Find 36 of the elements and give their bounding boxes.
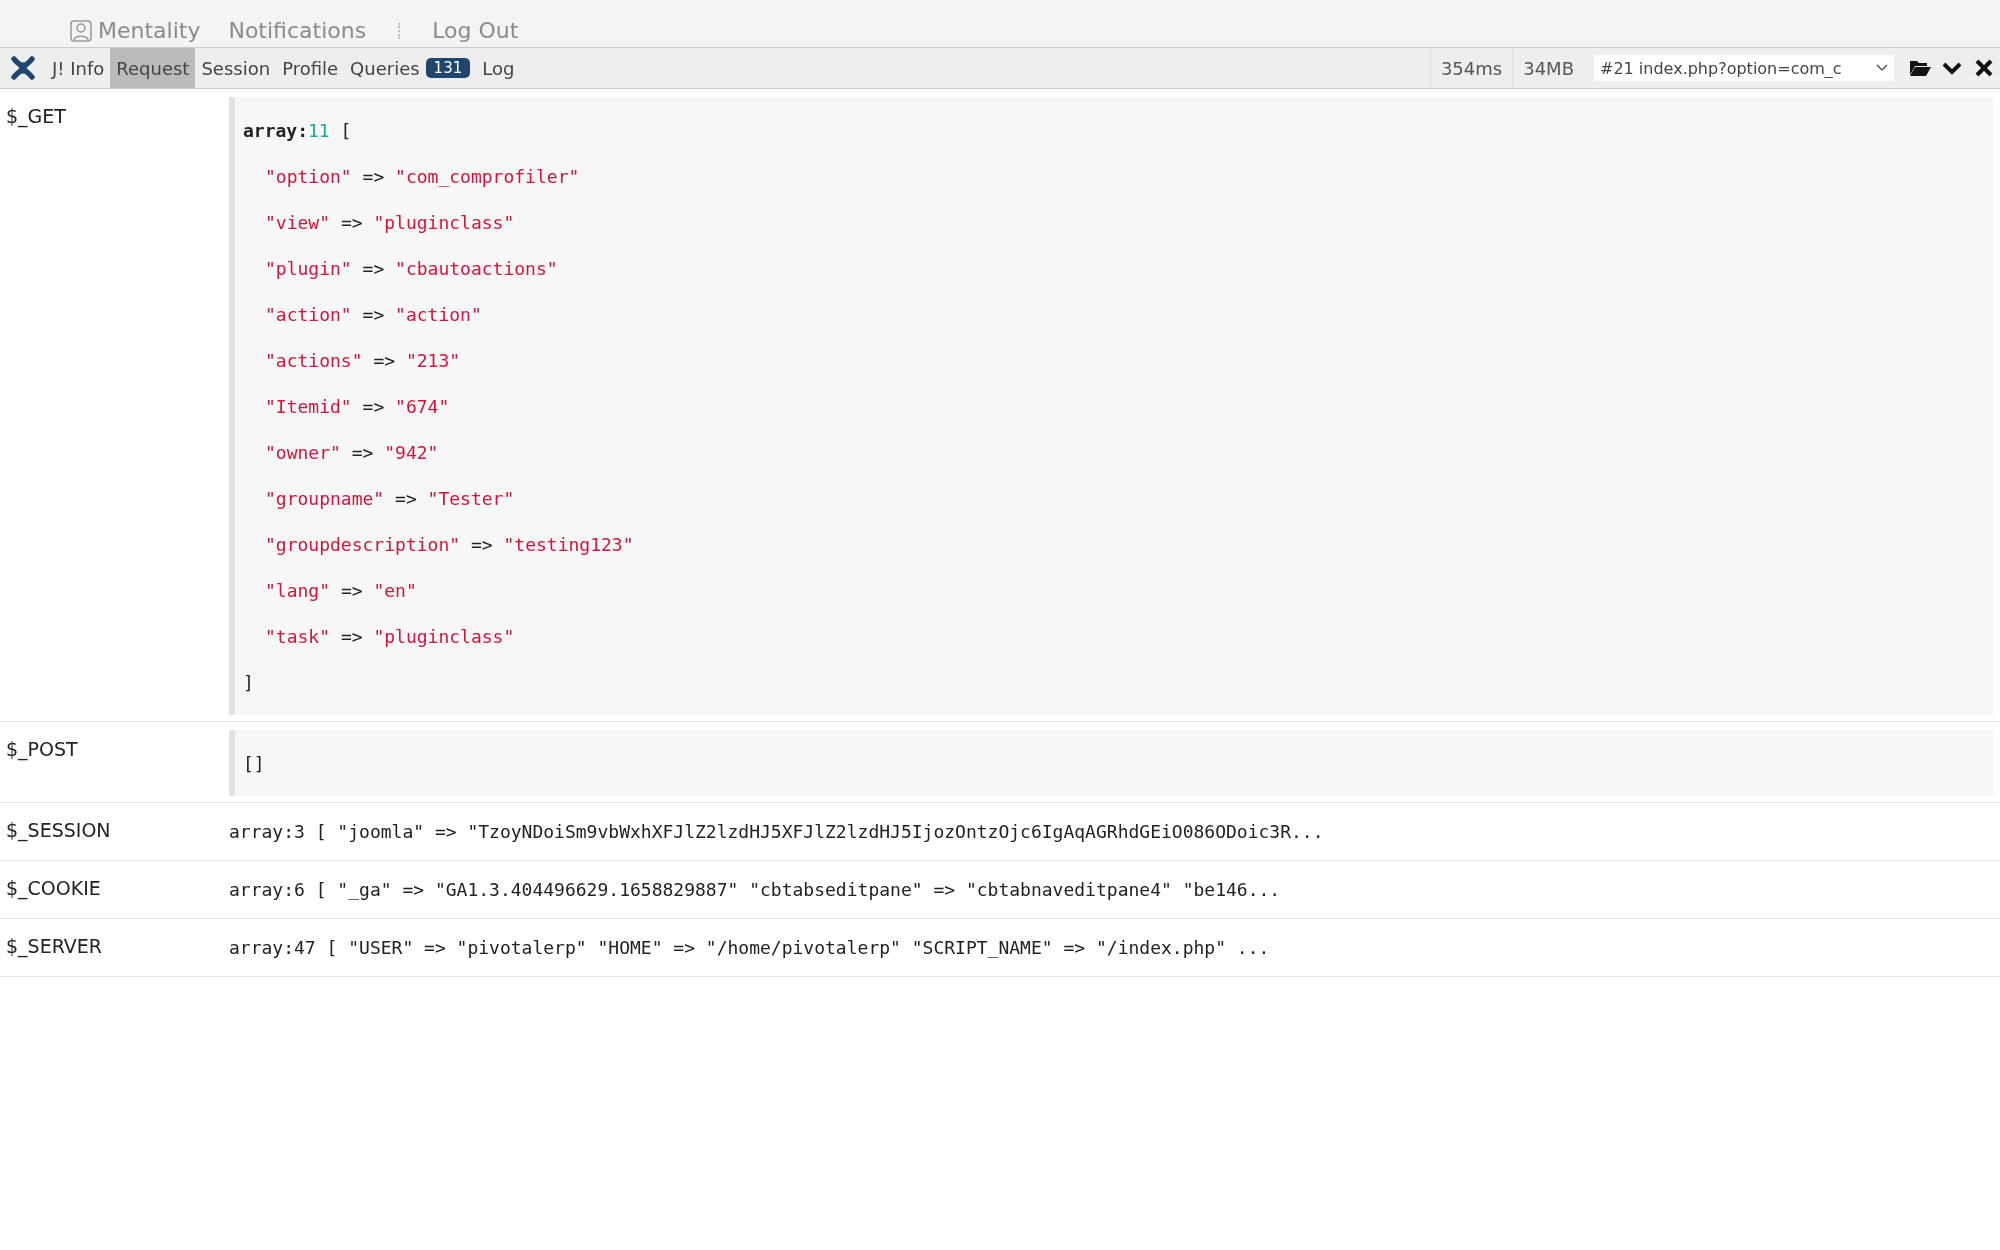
- count-badge: 131: [425, 58, 471, 78]
- toolbar-tab[interactable]: Session: [195, 48, 277, 88]
- stat-label: 34MB: [1512, 48, 1584, 88]
- dump-summary: array:6 [ "_ga" => "GA1.3.404496629.1658829887" "cbtabseditpane" => "cbtabnaveditpane4" "be146...: [229, 878, 1281, 902]
- logo-icon[interactable]: [8, 53, 38, 83]
- variable-label: $_COOKIE: [5, 876, 102, 902]
- dump-entry: "groupdescription" => "testing123": [265, 533, 634, 555]
- dump-entry: "action" => "action": [265, 303, 482, 325]
- chevron-icon: [1876, 64, 1888, 72]
- array-header: array:11 [: [243, 119, 352, 141]
- dump-entry: "plugin" => "cbautoactions": [265, 257, 558, 279]
- request-select[interactable]: #21 index.php?option=com_c: [1594, 55, 1894, 81]
- stat-label: 354ms: [1429, 48, 1513, 88]
- toolbar-tab[interactable]: Profile: [276, 48, 345, 88]
- dump-entry: "owner" => "942": [265, 441, 439, 463]
- toolbar-tab[interactable]: Queries 131: [344, 48, 477, 88]
- close-icon[interactable]: [1973, 57, 1995, 79]
- empty-array: []: [243, 752, 265, 774]
- dump-entry: "Itemid" => "674": [265, 395, 450, 417]
- user-icon: [70, 19, 92, 42]
- dump-entry: "task" => "pluginclass": [265, 625, 515, 647]
- variable-label: $_SERVER: [5, 934, 104, 960]
- dump-entry: "view" => "pluginclass": [265, 211, 515, 233]
- toolbar-tab[interactable]: Log: [476, 48, 521, 88]
- dump-entry: "option" => "com_comprofiler": [265, 165, 580, 187]
- dump-summary: array:47 [ "USER" => "pivotalerp" "HOME" => "/home/pivotalerp" "SCRIPT_NAME" => "/index.php" ...: [229, 936, 1270, 960]
- toolbar-tab[interactable]: Request: [110, 48, 196, 88]
- array-close: ]: [243, 671, 254, 693]
- dump-summary: array:3 [ "joomla" => "TzoyNDoiSm9vbWxhXFJlZ2lzdHJ5XFJlZ2lzdHJ5IjozOntzOjc6IgAqAGRhdGEiO086ODoic3R...: [229, 820, 1324, 844]
- dump-entry: "lang" => "en": [265, 579, 417, 601]
- toolbar-tab[interactable]: J! Info: [46, 48, 111, 88]
- dump-entry: "groupname" => "Tester": [265, 487, 515, 509]
- variable-label: $_POST: [5, 737, 79, 763]
- variable-label: $_GET: [5, 104, 67, 130]
- variable-label: $_SESSION: [5, 818, 112, 844]
- dump-entry: "actions" => "213": [265, 349, 461, 371]
